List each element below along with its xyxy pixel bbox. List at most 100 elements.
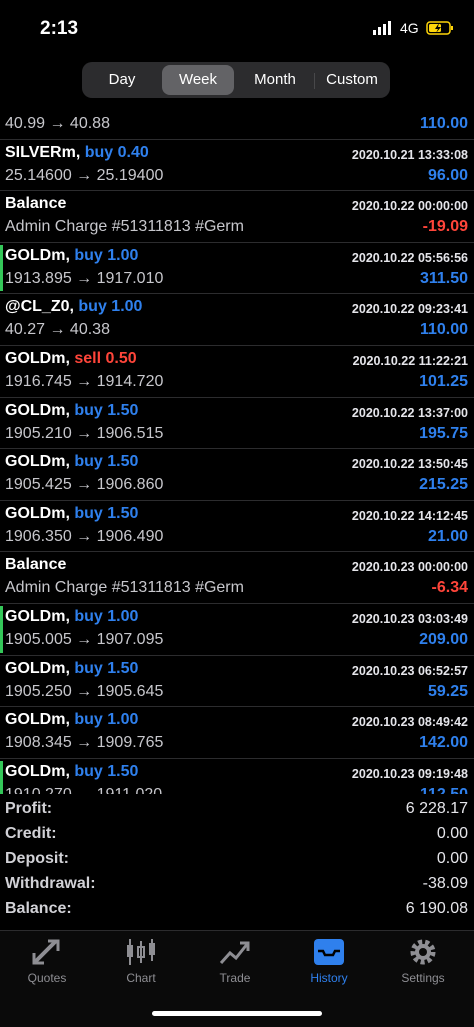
battery-icon — [426, 21, 453, 35]
deal-symbol-text: GOLDm, — [5, 246, 70, 264]
summary-row: Credit: 0.00 — [0, 821, 474, 846]
deal-row[interactable]: Balance Admin Charge #51311813 #Germ 2020… — [0, 552, 474, 604]
status-time: 2:13 — [40, 18, 79, 39]
tab-quotes[interactable]: Quotes — [0, 937, 94, 985]
tab-week[interactable]: Week — [162, 65, 234, 95]
deal-prices: 1913.895 → 1917.010 — [5, 269, 164, 287]
tab-chart-label: Chart — [126, 971, 156, 985]
deal-date: 2020.10.23 03:03:49 — [351, 611, 468, 626]
deal-date: 2020.10.23 00:00:00 — [351, 560, 468, 575]
deal-amount: 311.50 — [419, 269, 468, 287]
deal-row[interactable]: GOLDm, sell 0.50 1916.745 → 1914.720 2020.… — [0, 346, 474, 398]
deal-date: 2020.10.22 05:56:56 — [351, 250, 468, 265]
deal-symbol-text: SILVERm, — [5, 143, 81, 161]
tab-settings-label: Settings — [401, 971, 445, 985]
deal-date: 2020.10.22 11:22:21 — [352, 353, 468, 368]
deal-prices: 1905.250 → 1905.645 — [5, 682, 164, 700]
deal-date: 2020.10.22 14:12:45 — [351, 508, 468, 523]
deal-row[interactable]: GOLDm, buy 1.50 1905.210 → 1906.515 2020.1… — [0, 398, 474, 450]
tab-custom[interactable]: Custom — [316, 65, 388, 95]
deal-action: buy 1.00 — [74, 607, 139, 625]
deal-action: sell 0.50 — [74, 349, 137, 367]
deal-action: buy 1.50 — [74, 401, 139, 419]
deal-row[interactable]: GOLDm, buy 1.50 1905.250 → 1905.645 2020.1… — [0, 656, 474, 708]
deal-row[interactable]: SILVERm, buy 0.40 25.14600 → 25.19400 2020… — [0, 140, 474, 192]
tab-chart[interactable]: Chart — [94, 937, 188, 985]
deal-symbol: GOLDm, buy 1.50 — [5, 660, 138, 678]
signal-icon — [373, 21, 391, 35]
account-summary: Profit: 6 228.17 Credit: 0.00 Deposit: 0.00 Wi… — [0, 796, 474, 921]
trade-icon — [219, 941, 250, 965]
deal-symbol-text: GOLDm, — [5, 762, 70, 780]
summary-row: Withdrawal: -38.09 — [0, 871, 474, 896]
deal-row[interactable]: GOLDm, buy 1.50 1905.425 → 1906.860 2020.1… — [0, 449, 474, 501]
segment-divider — [314, 73, 315, 89]
tab-quotes-label: Quotes — [27, 971, 67, 985]
deal-amount: 142.00 — [419, 734, 468, 752]
deal-symbol: SILVERm, buy 0.40 — [5, 144, 149, 162]
deal-action: buy 0.40 — [84, 143, 149, 161]
deal-date: 2020.10.22 13:37:00 — [351, 405, 468, 420]
deal-date: 2020.10.22 00:00:00 — [351, 199, 468, 214]
deal-symbol-text: GOLDm, — [5, 401, 70, 419]
deal-amount: 112.50 — [420, 786, 468, 794]
deal-amount: 215.25 — [419, 476, 468, 494]
deal-action: buy 1.00 — [74, 246, 139, 264]
deal-amount: 59.25 — [427, 682, 468, 700]
deal-action: buy 1.50 — [74, 504, 139, 522]
summary-label: Balance: — [5, 900, 72, 917]
deal-prices: Admin Charge #51311813 #Germ — [5, 218, 244, 236]
summary-row: Balance: 6 190.08 — [0, 896, 474, 921]
summary-value: -38.09 — [422, 875, 468, 892]
deal-row[interactable]: @CL_Z0, buy 1.00 40.27 → 40.38 2020.10.22 … — [0, 294, 474, 346]
deal-amount: 209.00 — [419, 630, 468, 648]
tab-month[interactable]: Month — [238, 65, 312, 95]
deal-symbol-text: GOLDm, — [5, 607, 70, 625]
deal-prices: 1910.270 → 1911.020 — [5, 786, 162, 794]
deal-row[interactable]: GOLDm, buy 1.00 1908.345 → 1909.765 2020.1… — [0, 707, 474, 759]
deal-symbol-text: GOLDm, — [5, 711, 70, 729]
deal-row[interactable]: GOLDm, buy 1.00 1905.005 → 1907.095 2020.1… — [0, 604, 474, 656]
settings-icon — [410, 939, 436, 965]
deal-prices: 1906.350 → 1906.490 — [5, 527, 164, 545]
deal-symbol-text: GOLDm, — [5, 659, 70, 677]
deal-row[interactable]: GOLDm, buy 1.50 1906.350 → 1906.490 2020.1… — [0, 501, 474, 553]
deal-row[interactable]: GOLDm, buy 1.50 1910.270 → 1911.020 2020.1… — [0, 759, 474, 794]
tab-history[interactable]: History — [282, 937, 376, 985]
deal-symbol-text: GOLDm, — [5, 504, 70, 522]
home-indicator[interactable] — [152, 1011, 322, 1016]
deal-symbol: GOLDm, buy 1.50 — [5, 402, 138, 420]
deal-date: 2020.10.22 09:23:41 — [351, 302, 468, 317]
summary-label: Profit: — [5, 800, 53, 817]
summary-label: Credit: — [5, 825, 57, 842]
tab-settings[interactable]: Settings — [376, 937, 470, 985]
deal-symbol-text: GOLDm, — [5, 349, 70, 367]
history-list[interactable]: 40.99 → 40.88 110.00 SILVERm, buy 0.40 25.1… — [0, 106, 474, 794]
tab-day[interactable]: Day — [86, 65, 158, 95]
deal-prices: 40.27 → 40.38 — [5, 321, 110, 339]
deal-action: buy 1.50 — [74, 762, 139, 780]
deal-action: buy 1.00 — [74, 711, 139, 729]
deal-amount: 101.25 — [419, 372, 468, 390]
deal-action: buy 1.50 — [74, 453, 139, 471]
deal-symbol: Balance — [5, 556, 66, 574]
deal-row[interactable]: GOLDm, buy 1.00 1913.895 → 1917.010 2020.1… — [0, 243, 474, 295]
deal-symbol-text: Balance — [5, 195, 67, 213]
deal-row[interactable]: 40.99 → 40.88 110.00 — [0, 106, 474, 140]
tab-trade[interactable]: Trade — [188, 937, 282, 985]
deal-row[interactable]: Balance Admin Charge #51311813 #Germ 2020… — [0, 191, 474, 243]
deal-date: 2020.10.23 09:19:48 — [351, 766, 468, 781]
summary-value: 0.00 — [436, 825, 468, 842]
deal-date: 2020.10.23 08:49:42 — [351, 715, 468, 730]
deal-prices: 1916.745 → 1914.720 — [5, 372, 164, 390]
deal-prices: 40.99 → 40.88 — [5, 115, 110, 132]
summary-value: 0.00 — [436, 850, 468, 867]
chart-icon — [127, 939, 155, 965]
deal-amount: 195.75 — [419, 424, 468, 442]
deal-amount: -6.34 — [431, 579, 468, 597]
summary-value: 6 190.08 — [405, 900, 468, 917]
deal-symbol: GOLDm, buy 1.50 — [5, 763, 138, 781]
summary-value: 6 228.17 — [405, 800, 468, 817]
deal-prices: Admin Charge #51311813 #Germ — [5, 579, 244, 597]
status-bar: 2:13 4G — [0, 0, 474, 56]
